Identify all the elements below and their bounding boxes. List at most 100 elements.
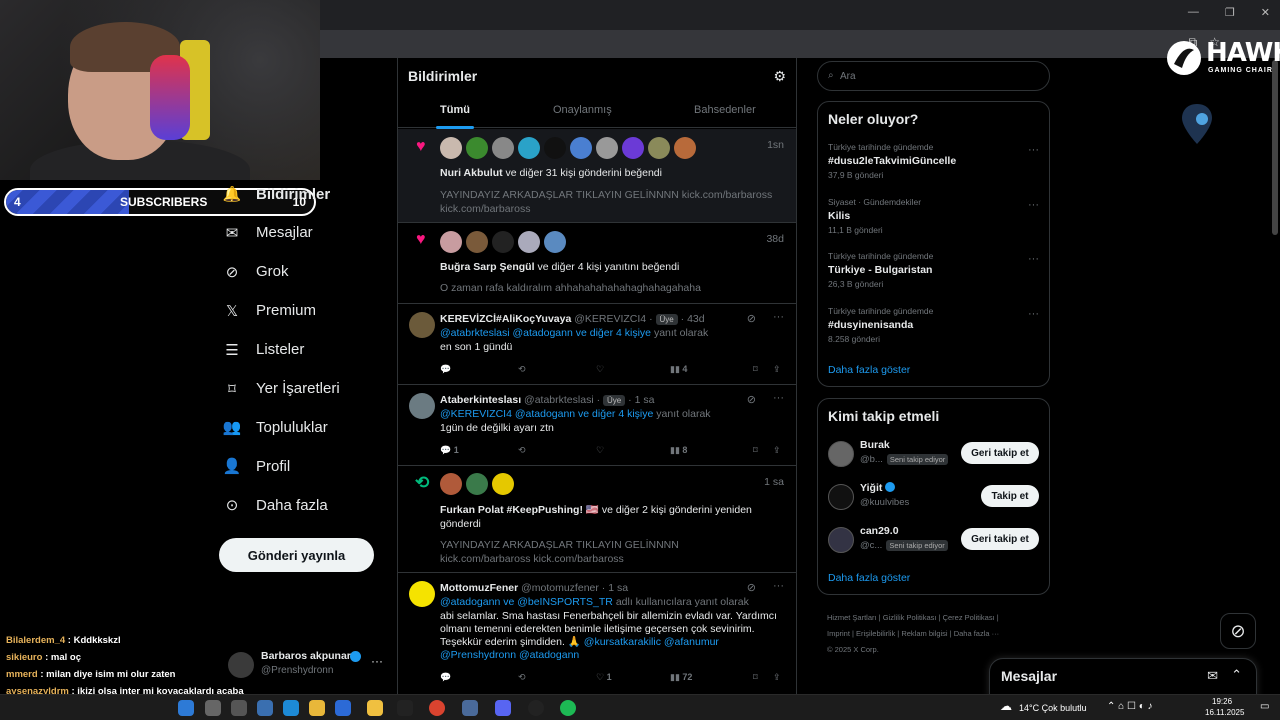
follow-button[interactable]: Takip et: [981, 485, 1039, 507]
reply-icon[interactable]: 💬 1: [440, 445, 518, 456]
sidebar-item-8[interactable]: ⊙ Daha fazla: [222, 485, 328, 525]
bookmark-icon[interactable]: ⌑: [753, 364, 773, 375]
page-scrollbar[interactable]: [1272, 60, 1278, 235]
follow-button[interactable]: Geri takip et: [961, 528, 1039, 550]
grok-icon[interactable]: ⊘: [747, 581, 756, 594]
views-icon[interactable]: ▮▮ 72: [670, 672, 753, 683]
views-icon[interactable]: ▮▮ 4: [670, 364, 753, 375]
tab-mentions[interactable]: Bahsedenler: [694, 104, 756, 116]
xbox-icon[interactable]: [397, 700, 413, 716]
reply-item[interactable]: Ataberkinteslası @atabrkteslasi · Üye · …: [398, 385, 796, 466]
avatar[interactable]: [440, 231, 462, 253]
more-icon[interactable]: ···: [1028, 253, 1039, 265]
repost-icon[interactable]: ⟲: [518, 364, 596, 375]
sidebar-item-2[interactable]: ⊘ Grok: [222, 252, 289, 292]
avatar[interactable]: [440, 137, 462, 159]
avatar[interactable]: [674, 137, 696, 159]
sidebar-item-6[interactable]: 👥 Topluluklar: [222, 407, 328, 447]
repost-icon[interactable]: ⟲: [518, 672, 596, 683]
clock-date[interactable]: 16.11.2025: [1205, 708, 1244, 717]
reply-item[interactable]: KEREVİZCİ#AliKoçYuvaya @KEREVIZCI4 · Üye…: [398, 304, 796, 385]
store-icon[interactable]: [335, 700, 351, 716]
tab-verified[interactable]: Onaylanmış: [553, 104, 612, 116]
more-icon[interactable]: ···: [1028, 144, 1039, 156]
reply-item[interactable]: MottomuzFener @motomuzfener · 1 sa ⊘ ···…: [398, 573, 796, 694]
chevron-up-icon[interactable]: ⌃: [1231, 667, 1242, 683]
avatar[interactable]: [596, 137, 618, 159]
tray-icons[interactable]: ⌃ ⌂ ☐ ◐ ♪: [1107, 701, 1153, 712]
sidebar-item-5[interactable]: ⌑ Yer İşaretleri: [222, 369, 340, 409]
like-icon[interactable]: ♡ 1: [596, 672, 670, 683]
avatar[interactable]: [492, 473, 514, 495]
more-icon[interactable]: ···: [371, 654, 383, 668]
reply-mentions[interactable]: @Prenshydronn @atadogann: [440, 648, 579, 662]
settings-icon[interactable]: [462, 700, 478, 716]
notification-item[interactable]: ⟲ 1 sa Furkan Polat #KeepPushing! 🇺🇸 ve …: [398, 466, 796, 573]
more-icon[interactable]: ···: [773, 580, 784, 592]
edge-icon[interactable]: [283, 700, 299, 716]
sidebar-item-7[interactable]: 👤 Profil: [222, 446, 291, 486]
discord-icon[interactable]: [495, 700, 511, 716]
reply-icon[interactable]: 💬: [440, 672, 518, 683]
messages-drawer[interactable]: Mesajlar ✉ ⌃: [989, 658, 1257, 698]
avatar[interactable]: [570, 137, 592, 159]
like-icon[interactable]: ♡: [596, 364, 670, 375]
sidebar-item-1[interactable]: ✉ Mesajlar: [222, 213, 313, 253]
tab-all[interactable]: Tümü: [440, 104, 470, 116]
trends-show-more[interactable]: Daha fazla göster: [828, 364, 910, 376]
search-icon[interactable]: [205, 700, 221, 716]
grok-icon[interactable]: ⊘: [747, 312, 756, 325]
more-icon[interactable]: ···: [773, 311, 784, 323]
task-view-icon[interactable]: [231, 700, 247, 716]
notification-item[interactable]: ♥ 1sn Nuri Akbulut ve diğer 31 kişi gönd…: [398, 129, 796, 223]
follow-button[interactable]: Geri takip et: [961, 442, 1039, 464]
avatar[interactable]: [518, 231, 540, 253]
post-button[interactable]: Gönderi yayınla: [219, 538, 374, 572]
avatar[interactable]: [828, 484, 854, 510]
reply-icon[interactable]: 💬: [440, 364, 518, 375]
footer-line[interactable]: Hizmet Şartları | Gizlilik Politikası | …: [827, 610, 1047, 626]
search-input[interactable]: ⌕ Ara: [817, 61, 1050, 91]
share-icon[interactable]: ⇪: [773, 364, 781, 375]
avatar[interactable]: [492, 137, 514, 159]
like-icon[interactable]: ♡: [596, 445, 670, 456]
minimize-icon[interactable]: —: [1188, 6, 1199, 19]
more-icon[interactable]: ···: [1028, 308, 1039, 320]
notification-item[interactable]: ♥ 38d Buğra Sarp Şengül ve diğer 4 kişi …: [398, 223, 796, 304]
avatar[interactable]: [466, 231, 488, 253]
avatar[interactable]: [440, 473, 462, 495]
sidebar-item-3[interactable]: 𝕏 Premium: [222, 291, 316, 331]
chrome-icon[interactable]: [429, 700, 445, 716]
avatar[interactable]: [492, 231, 514, 253]
bookmark-icon[interactable]: ⌑: [753, 445, 773, 456]
maximize-icon[interactable]: ❐: [1225, 6, 1235, 19]
close-icon[interactable]: ✕: [1261, 6, 1270, 19]
files-icon[interactable]: [367, 700, 383, 716]
settings-gear-icon[interactable]: ⚙: [773, 68, 786, 85]
avatar[interactable]: [828, 527, 854, 553]
more-icon[interactable]: ···: [1028, 199, 1039, 211]
sidebar-item-4[interactable]: ☰ Listeler: [222, 330, 304, 370]
avatar[interactable]: [466, 137, 488, 159]
widgets-icon[interactable]: [257, 700, 273, 716]
grok-icon[interactable]: ⊘: [747, 393, 756, 406]
avatar[interactable]: [544, 231, 566, 253]
obs-icon[interactable]: [528, 700, 544, 716]
avatar[interactable]: [466, 473, 488, 495]
more-icon[interactable]: ···: [773, 392, 784, 404]
notification-center-icon[interactable]: ▭: [1260, 701, 1269, 712]
avatar[interactable]: [622, 137, 644, 159]
sidebar-item-0[interactable]: 🔔 Bildirimler: [222, 174, 331, 214]
explorer-icon[interactable]: [309, 700, 325, 716]
share-icon[interactable]: ⇪: [773, 672, 781, 683]
spotify-icon[interactable]: [560, 700, 576, 716]
start-icon[interactable]: [178, 700, 194, 716]
avatar[interactable]: [544, 137, 566, 159]
new-message-icon[interactable]: ✉: [1207, 668, 1218, 684]
repost-icon[interactable]: ⟲: [518, 445, 596, 456]
avatar[interactable]: [518, 137, 540, 159]
grok-button[interactable]: ⊘: [1220, 613, 1256, 649]
weather-text[interactable]: 14°C Çok bulutlu: [1019, 703, 1087, 713]
avatar[interactable]: [828, 441, 854, 467]
bookmark-icon[interactable]: ⌑: [753, 672, 773, 683]
